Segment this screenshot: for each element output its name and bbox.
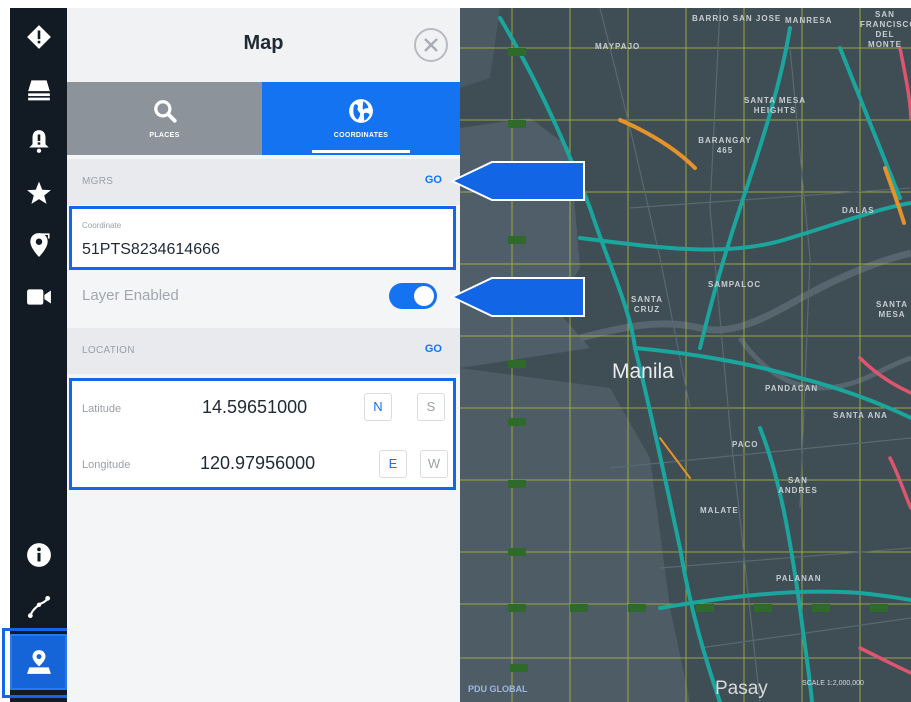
callout-arrow xyxy=(450,277,585,317)
map-district-label: MALATE xyxy=(700,506,739,515)
location-go-button[interactable]: GO xyxy=(425,343,442,355)
section-label: LOCATION xyxy=(82,345,135,356)
map-city-label: Manila xyxy=(612,360,674,383)
map-view[interactable]: BARRIO SAN JOSE MANRESA SAN FRANCISCO DE… xyxy=(460,8,911,702)
coordinate-input[interactable]: 51PTS8234614666 xyxy=(82,241,220,259)
field-label: Coordinate xyxy=(82,221,122,230)
info-icon[interactable] xyxy=(10,530,67,580)
close-button[interactable] xyxy=(414,28,448,62)
icon-rail xyxy=(10,8,67,702)
active-tool-highlight xyxy=(2,628,74,698)
latitude-north-button[interactable]: N xyxy=(364,393,392,421)
map-district-label: MANRESA xyxy=(785,16,833,25)
longitude-label: Longitude xyxy=(82,459,131,471)
tab-places[interactable]: PLACES xyxy=(67,82,262,155)
layers-icon[interactable] xyxy=(10,64,67,114)
map-district-label: SANTA MESA HEIGHTS xyxy=(744,96,806,115)
map-district-label: PANDACAN xyxy=(765,384,819,393)
latitude-south-button[interactable]: S xyxy=(417,393,445,421)
layer-enabled-label: Layer Enabled xyxy=(82,287,179,304)
location-fields: Latitude 14.59651000 N S Longitude 120.9… xyxy=(69,378,456,490)
globe-icon xyxy=(349,99,373,123)
map-district-label: SANTA CRUZ xyxy=(631,295,663,314)
alert-bell-icon[interactable] xyxy=(10,116,67,166)
mgrs-section-header: MGRS GO xyxy=(67,159,460,205)
callout-arrow xyxy=(450,161,585,201)
map-district-label: SAN ANDRES xyxy=(778,476,818,495)
route-pin-icon[interactable] xyxy=(10,220,67,270)
map-panel: Map PLACES COORDINATES MGRS GO Coordinat… xyxy=(67,8,460,702)
search-icon xyxy=(153,100,177,123)
layer-enabled-row: Layer Enabled xyxy=(67,272,460,320)
active-tab-indicator xyxy=(312,150,410,153)
close-icon xyxy=(424,38,438,52)
alert-diamond-icon[interactable] xyxy=(10,12,67,62)
map-district-label: PACO xyxy=(732,440,759,449)
map-district-label: SANTA ANA xyxy=(833,411,888,420)
toggle-knob xyxy=(414,286,434,306)
map-canvas xyxy=(460,8,911,702)
map-district-label: SAMPALOC xyxy=(708,280,762,289)
video-icon[interactable] xyxy=(10,272,67,322)
map-district-label: SANTA MESA xyxy=(876,300,908,319)
map-district-label: MAYPAJO xyxy=(595,42,641,51)
tab-bar: PLACES COORDINATES xyxy=(67,82,460,155)
panel-header: Map xyxy=(67,8,460,82)
map-district-label: SAN FRANCISCO DEL MONTE xyxy=(860,10,911,49)
map-district-label: BARRIO SAN JOSE xyxy=(692,14,782,23)
map-city-label: Pasay xyxy=(715,678,768,699)
app-screen: Map PLACES COORDINATES MGRS GO Coordinat… xyxy=(0,0,911,702)
path-icon[interactable] xyxy=(10,582,67,632)
latitude-input[interactable]: 14.59651000 xyxy=(202,397,307,418)
longitude-input[interactable]: 120.97956000 xyxy=(200,453,315,474)
map-district-label: PALANAN xyxy=(776,574,822,583)
tab-label: PLACES xyxy=(149,132,180,139)
tab-coordinates[interactable]: COORDINATES xyxy=(262,82,460,155)
latitude-label: Latitude xyxy=(82,403,122,415)
star-icon[interactable] xyxy=(10,168,67,218)
tab-label: COORDINATES xyxy=(333,132,389,139)
section-label: MGRS xyxy=(82,176,114,187)
mgrs-go-button[interactable]: GO xyxy=(425,174,442,186)
location-section-header: LOCATION GO xyxy=(67,328,460,374)
map-scale-bar: SCALE 1:2,000,000 xyxy=(802,680,864,687)
map-logo: PDU GLOBAL xyxy=(468,684,528,694)
layer-enabled-toggle[interactable] xyxy=(389,283,437,309)
map-district-label: DALAS xyxy=(842,206,875,215)
map-district-label: BARANGAY 465 xyxy=(698,136,752,155)
longitude-west-button[interactable]: W xyxy=(420,450,448,478)
longitude-east-button[interactable]: E xyxy=(379,450,407,478)
page-title: Map xyxy=(243,32,284,54)
mgrs-coordinate-field[interactable]: Coordinate 51PTS8234614666 xyxy=(69,206,456,270)
